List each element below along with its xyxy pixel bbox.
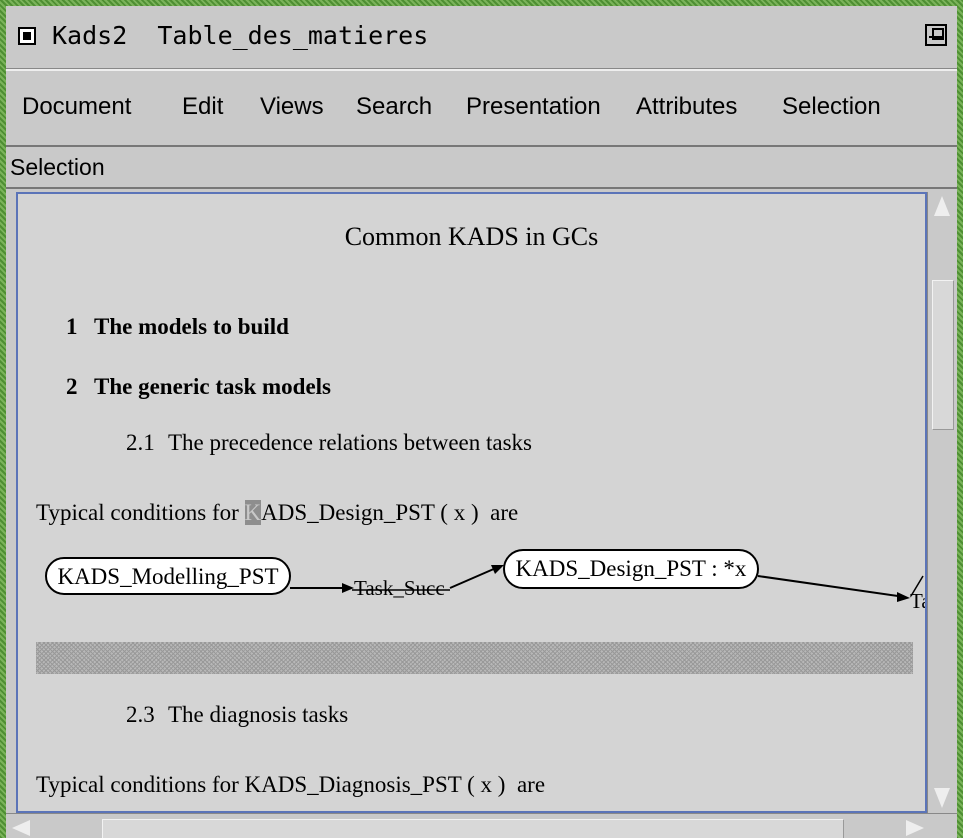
section-heading[interactable]: 1 The models to build (66, 314, 289, 340)
subsection-number: 2.1 (126, 430, 155, 455)
menu-document[interactable]: Document (22, 93, 131, 121)
window-menu-icon[interactable] (18, 27, 36, 45)
conditions-paragraph[interactable]: Typical conditions for KADS_Diagnosis_PS… (36, 772, 545, 798)
menu-presentation[interactable]: Presentation (466, 93, 601, 121)
scroll-down-icon[interactable] (934, 788, 950, 808)
conditions-prefix: Typical conditions for (36, 500, 245, 525)
menu-edit[interactable]: Edit (182, 93, 223, 121)
document-title: Common KADS in GCs (344, 222, 599, 251)
menu-search[interactable]: Search (356, 93, 432, 121)
arrow-icon (897, 592, 910, 602)
scroll-right-icon[interactable] (906, 820, 924, 836)
subsection-heading[interactable]: 2.1 The precedence relations between task… (126, 430, 532, 456)
subsection-title: The precedence relations between tasks (168, 430, 532, 455)
window-title: Kads2 Table_des_matieres (52, 21, 429, 50)
horizontal-scrollbar[interactable] (6, 813, 957, 838)
node-label: KADS_Design_PST : *x (516, 556, 747, 581)
scroll-up-icon[interactable] (934, 196, 950, 216)
edge-line (449, 567, 497, 589)
subsection-title: The diagnosis tasks (168, 702, 349, 727)
menu-bar: Document Edit Views Search Presentation … (6, 69, 957, 147)
scroll-left-icon[interactable] (12, 820, 30, 836)
subsection-number: 2.3 (126, 702, 155, 727)
subsection-heading[interactable]: 2.3 The diagnosis tasks (126, 702, 348, 728)
section-heading[interactable]: 2 The generic task models (66, 374, 331, 400)
maximize-icon[interactable] (925, 24, 947, 46)
section-title: The generic task models (94, 374, 332, 399)
horizontal-scroll-thumb[interactable] (102, 819, 844, 838)
vertical-scroll-thumb[interactable] (932, 280, 954, 430)
menu-views[interactable]: Views (260, 93, 324, 121)
section-number: 2 (66, 374, 78, 399)
arrow-icon (342, 583, 354, 593)
node-label: KADS_Modelling_PST (57, 564, 278, 589)
edge-line (757, 575, 899, 597)
embedded-object-placeholder (36, 642, 913, 674)
section-title: The models to build (94, 314, 289, 339)
selection-bar: Selection (6, 147, 957, 189)
application-window: Kads2 Table_des_matieres Document Edit V… (6, 6, 957, 838)
menu-selection[interactable]: Selection (782, 93, 881, 121)
text-cursor-highlight: K (244, 500, 262, 525)
menu-attributes[interactable]: Attributes (636, 93, 737, 121)
document-view[interactable]: Common KADS in GCs 1 The models to build … (16, 192, 927, 813)
section-number: 1 (66, 314, 78, 339)
conditions-paragraph[interactable]: Typical conditions for KADS_Design_PST (… (36, 500, 518, 526)
edge-label: Task_Succ (354, 576, 445, 600)
vertical-scrollbar[interactable] (927, 192, 957, 813)
graph-node-modelling[interactable]: KADS_Modelling_PST (45, 557, 291, 595)
graph-node-design[interactable]: KADS_Design_PST : *x (503, 549, 759, 589)
title-bar[interactable]: Kads2 Table_des_matieres (6, 6, 957, 69)
conditions-rest: ADS_Design_PST ( x ) are (261, 500, 519, 525)
selection-label: Selection (10, 154, 105, 180)
task-graph: KADS_Modelling_PST Task_Succ KADS_Design… (45, 549, 925, 613)
